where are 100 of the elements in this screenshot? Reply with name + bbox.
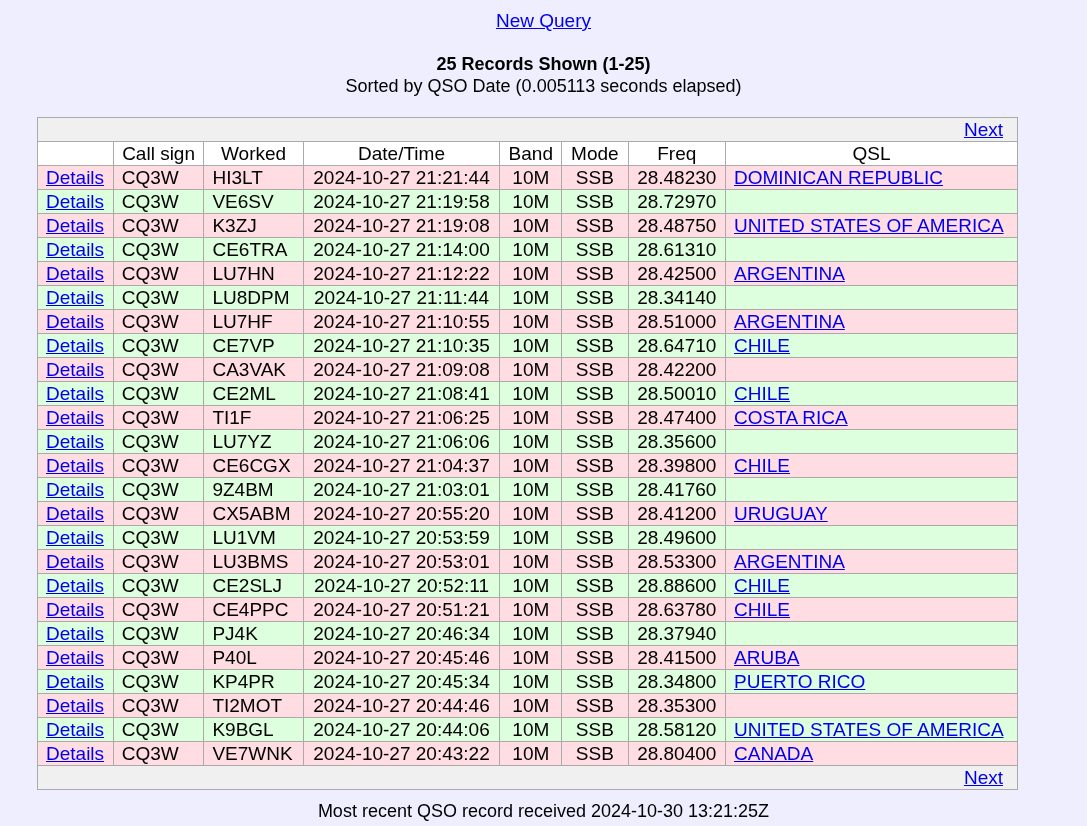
- table-cell: 10M: [499, 645, 562, 670]
- table-cell: 28.34800: [628, 669, 726, 694]
- table-cell: 2024-10-27 20:44:46: [303, 693, 500, 718]
- table-cell: CQ3W: [113, 477, 204, 502]
- table-cell: CQ3W: [113, 525, 204, 550]
- table-cell: CQ3W: [113, 261, 204, 286]
- table-cell: 10M: [499, 285, 562, 310]
- country-link[interactable]: ARUBA: [734, 646, 800, 668]
- table-cell: CQ3W: [113, 381, 204, 406]
- table-cell: SSB: [561, 717, 628, 742]
- table-cell: SSB: [561, 621, 628, 646]
- table-cell: LU7YZ: [203, 429, 304, 454]
- table-cell: SSB: [561, 573, 628, 598]
- table-cell: 28.61310: [628, 237, 726, 262]
- table-cell: CE7VP: [203, 333, 304, 358]
- table-cell: SSB: [561, 477, 628, 502]
- table-cell: TI1F: [203, 405, 304, 430]
- column-header: Date/Time: [303, 141, 500, 166]
- table-cell: 10M: [499, 501, 562, 526]
- country-link[interactable]: CHILE: [734, 598, 790, 620]
- table-cell: 28.80400: [628, 741, 726, 766]
- table-cell: SSB: [561, 549, 628, 574]
- table-cell: SSB: [561, 237, 628, 262]
- table-cell: 2024-10-27 21:11:44: [303, 285, 500, 310]
- table-cell: LU1VM: [203, 525, 304, 550]
- table-cell: 2024-10-27 20:45:34: [303, 669, 500, 694]
- table-cell: 10M: [499, 549, 562, 574]
- table-cell: SSB: [561, 429, 628, 454]
- table-cell: 28.53300: [628, 549, 726, 574]
- table-cell: 2024-10-27 20:53:59: [303, 525, 500, 550]
- next-link[interactable]: Next: [963, 118, 1003, 140]
- table-cell: VE7WNK: [203, 741, 304, 766]
- table-cell: 2024-10-27 21:04:37: [303, 453, 500, 478]
- table-cell: 10M: [499, 165, 562, 190]
- table-cell: 10M: [499, 237, 562, 262]
- table-cell: 28.88600: [628, 573, 726, 598]
- table-cell: LU7HN: [203, 261, 304, 286]
- table-cell: SSB: [561, 333, 628, 358]
- table-cell: 10M: [499, 621, 562, 646]
- table-cell: 2024-10-27 20:46:34: [303, 621, 500, 646]
- table-cell: 2024-10-27 21:09:08: [303, 357, 500, 382]
- table-cell: CQ3W: [113, 501, 204, 526]
- table-cell: 2024-10-27 20:45:46: [303, 645, 500, 670]
- table-cell: 28.42500: [628, 261, 726, 286]
- column-header: Freq: [628, 141, 726, 166]
- table-cell: CE4PPC: [203, 597, 304, 622]
- table-cell: 2024-10-27 20:43:22: [303, 741, 500, 766]
- table-cell: CQ3W: [113, 621, 204, 646]
- table-cell: 10M: [499, 741, 562, 766]
- table-cell: 10M: [499, 693, 562, 718]
- table-cell: 10M: [499, 309, 562, 334]
- table-cell: 2024-10-27 20:51:21: [303, 597, 500, 622]
- table-cell: SSB: [561, 525, 628, 550]
- table-cell: CE6CGX: [203, 453, 304, 478]
- table-cell: 28.35600: [628, 429, 726, 454]
- table-cell: CQ3W: [113, 309, 204, 334]
- country-link[interactable]: CHILE: [734, 454, 790, 476]
- table-cell: SSB: [561, 669, 628, 694]
- table-cell: CQ3W: [113, 597, 204, 622]
- table-cell: SSB: [561, 381, 628, 406]
- table-cell: 2024-10-27 21:21:44: [303, 165, 500, 190]
- table-cell: CQ3W: [113, 453, 204, 478]
- table-cell: CQ3W: [113, 573, 204, 598]
- table-cell: CQ3W: [113, 669, 204, 694]
- table-cell: 10M: [499, 405, 562, 430]
- table-cell: SSB: [561, 645, 628, 670]
- table-cell: 2024-10-27 21:08:41: [303, 381, 500, 406]
- page-subtitle: Sorted by QSO Date (0.005113 seconds elapsed): [345, 75, 742, 97]
- table-cell: K3ZJ: [203, 213, 304, 238]
- table-cell: CQ3W: [113, 189, 204, 214]
- table-cell: 10M: [499, 597, 562, 622]
- table-cell: CQ3W: [113, 741, 204, 766]
- country-link[interactable]: CHILE: [734, 334, 790, 356]
- table-cell: SSB: [561, 189, 628, 214]
- table-cell: CQ3W: [113, 213, 204, 238]
- table-cell: 28.64710: [628, 333, 726, 358]
- new-query-link[interactable]: New Query: [496, 9, 591, 32]
- table-cell: CQ3W: [113, 429, 204, 454]
- table-cell: 28.49600: [628, 525, 726, 550]
- next-link[interactable]: Next: [963, 766, 1003, 788]
- table-cell: 10M: [499, 717, 562, 742]
- table-cell: 28.50010: [628, 381, 726, 406]
- table-cell: HI3LT: [203, 165, 304, 190]
- country-link[interactable]: CHILE: [734, 382, 790, 404]
- table-cell: 2024-10-27 21:06:06: [303, 429, 500, 454]
- table-cell: 28.41200: [628, 501, 726, 526]
- table-cell: 28.63780: [628, 597, 726, 622]
- table-cell: KP4PR: [203, 669, 304, 694]
- table-cell: CE6TRA: [203, 237, 304, 262]
- country-link[interactable]: CHILE: [734, 574, 790, 596]
- table-cell: 2024-10-27 21:06:25: [303, 405, 500, 430]
- table-cell: P40L: [203, 645, 304, 670]
- table-cell: CQ3W: [113, 285, 204, 310]
- table-cell: CE2SLJ: [203, 573, 304, 598]
- table-cell: 10M: [499, 429, 562, 454]
- table-cell: 28.35300: [628, 693, 726, 718]
- table-cell: CQ3W: [113, 357, 204, 382]
- table-cell: CQ3W: [113, 549, 204, 574]
- table-cell: CQ3W: [113, 405, 204, 430]
- table-cell: 28.42200: [628, 357, 726, 382]
